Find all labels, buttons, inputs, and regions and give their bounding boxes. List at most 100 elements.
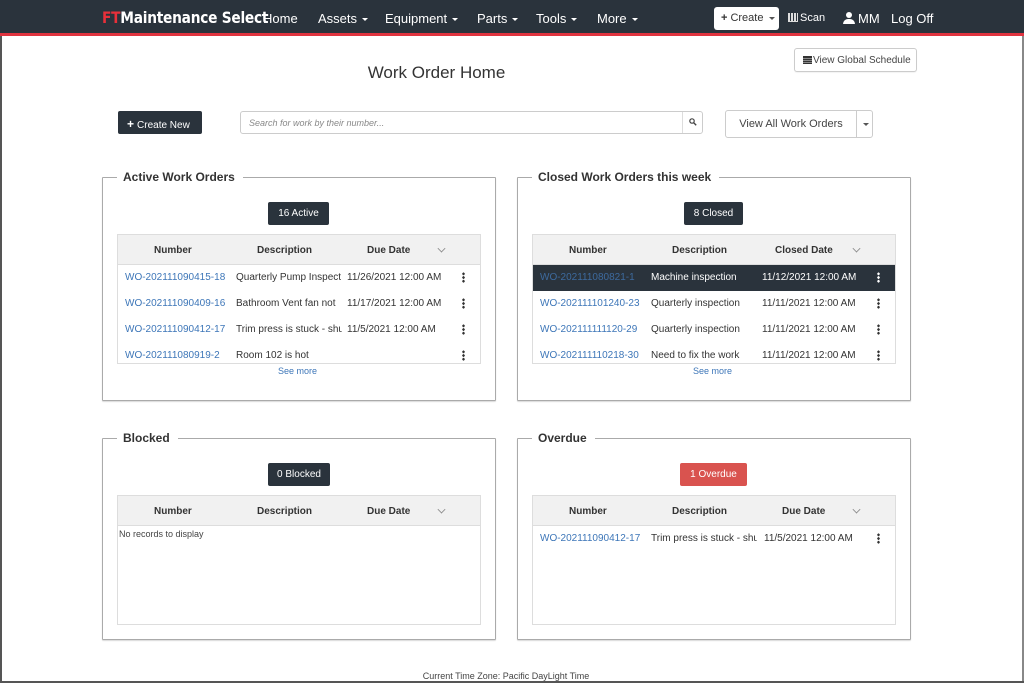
work-order-number-link[interactable]: WO-202111090412-17 bbox=[540, 533, 640, 544]
nav-home-label: Home bbox=[263, 11, 298, 26]
column-header-description[interactable]: Description bbox=[257, 506, 312, 517]
table-row[interactable]: WO-202111111120-29 Quarterly inspection … bbox=[533, 317, 895, 343]
create-new-button[interactable]: + Create New bbox=[118, 111, 202, 134]
nav-home[interactable]: Home bbox=[263, 11, 298, 26]
work-order-number-link[interactable]: WO-202111080821-1 bbox=[540, 272, 635, 283]
search-input[interactable] bbox=[241, 112, 681, 133]
view-all-work-orders-button[interactable]: View All Work Orders bbox=[726, 111, 856, 137]
work-order-description: Room 102 is hot bbox=[236, 350, 309, 361]
column-header-description[interactable]: Description bbox=[672, 245, 727, 256]
work-order-due-date: 11/26/2021 12:00 AM bbox=[347, 272, 442, 283]
logoff-link[interactable]: Log Off bbox=[891, 11, 933, 26]
column-header-closed-date[interactable]: Closed Date bbox=[775, 245, 833, 256]
table-row[interactable]: WO-202111090412-17 Trim press is stuck -… bbox=[533, 526, 895, 554]
table-header: Number Description Closed Date bbox=[533, 235, 895, 265]
chevron-down-icon[interactable] bbox=[437, 505, 446, 514]
column-header-description[interactable]: Description bbox=[257, 245, 312, 256]
work-order-number-link[interactable]: WO-202111110218-30 bbox=[540, 350, 639, 361]
more-vertical-icon[interactable] bbox=[877, 350, 880, 361]
work-order-due-date: 11/5/2021 12:00 AM bbox=[347, 324, 436, 335]
table-header: Number Description Due Date bbox=[118, 496, 480, 526]
blocked-count-badge[interactable]: 0 Blocked bbox=[268, 463, 330, 486]
nav-assets[interactable]: Assets bbox=[318, 11, 369, 26]
table-row[interactable]: WO-202111090412-17 Trim press is stuck -… bbox=[118, 317, 480, 343]
nav-tools[interactable]: Tools bbox=[536, 11, 578, 26]
create-dropdown-button[interactable]: + Create bbox=[714, 7, 779, 30]
barcode-icon bbox=[788, 13, 798, 22]
closed-work-orders-panel: Closed Work Orders this week 8 Closed Nu… bbox=[517, 170, 911, 401]
more-vertical-icon[interactable] bbox=[462, 298, 465, 309]
panel-title: Active Work Orders bbox=[117, 170, 243, 184]
active-count-badge[interactable]: 16 Active bbox=[268, 202, 329, 225]
table-row[interactable]: WO-202111090409-16 Bathroom Vent fan not… bbox=[118, 291, 480, 317]
see-more-link[interactable]: See more bbox=[278, 366, 317, 376]
work-order-number-link[interactable]: WO-202111090415-18 bbox=[125, 272, 225, 283]
overdue-count-badge[interactable]: 1 Overdue bbox=[680, 463, 747, 486]
column-header-due-date[interactable]: Due Date bbox=[782, 506, 825, 517]
user-icon bbox=[843, 12, 855, 24]
caret-down-icon bbox=[863, 123, 869, 126]
work-order-closed-date: 11/11/2021 12:00 AM bbox=[762, 324, 856, 335]
caret-down-icon bbox=[362, 18, 369, 22]
work-order-number-link[interactable]: WO-202111111120-29 bbox=[540, 324, 637, 335]
work-order-due-date: 11/17/2021 12:00 AM bbox=[347, 298, 442, 309]
nav-more-label: More bbox=[597, 11, 627, 26]
caret-down-icon bbox=[452, 18, 459, 22]
more-vertical-icon[interactable] bbox=[462, 350, 465, 361]
table-row[interactable]: WO-202111101240-23 Quarterly inspection … bbox=[533, 291, 895, 317]
table-row[interactable]: WO-202111090415-18 Quarterly Pump Inspec… bbox=[118, 265, 480, 291]
work-order-number-link[interactable]: WO-202111101240-23 bbox=[540, 298, 640, 309]
work-order-description: Bathroom Vent fan not bbox=[236, 298, 336, 309]
chevron-down-icon[interactable] bbox=[437, 244, 446, 253]
nav-parts-label: Parts bbox=[477, 11, 508, 26]
empty-state-text: No records to display bbox=[119, 529, 204, 539]
table-header: Number Description Due Date bbox=[118, 235, 480, 265]
column-header-description[interactable]: Description bbox=[672, 506, 727, 517]
more-vertical-icon[interactable] bbox=[462, 324, 465, 335]
view-all-dropdown-toggle[interactable] bbox=[856, 111, 873, 137]
active-work-orders-panel: Active Work Orders 16 Active Number Desc… bbox=[102, 170, 496, 401]
caret-down-icon bbox=[631, 18, 638, 22]
work-order-number-link[interactable]: WO-202111080919-2 bbox=[125, 350, 220, 361]
nav-equipment[interactable]: Equipment bbox=[385, 11, 459, 26]
chevron-down-icon[interactable] bbox=[852, 244, 861, 253]
column-header-number[interactable]: Number bbox=[154, 245, 192, 256]
chevron-down-icon[interactable] bbox=[852, 505, 861, 514]
see-more-link[interactable]: See more bbox=[693, 366, 732, 376]
blocked-table: Number Description Due Date No records t… bbox=[117, 495, 481, 625]
blocked-panel: Blocked 0 Blocked Number Description Due… bbox=[102, 431, 496, 640]
more-vertical-icon[interactable] bbox=[877, 272, 880, 283]
nav-more[interactable]: More bbox=[597, 11, 638, 26]
column-header-number[interactable]: Number bbox=[154, 506, 192, 517]
caret-down-icon bbox=[769, 16, 776, 20]
active-work-orders-table: Number Description Due Date WO-202111090… bbox=[117, 234, 481, 364]
view-all-work-orders-split-button: View All Work Orders bbox=[725, 110, 873, 138]
caret-down-icon bbox=[571, 18, 578, 22]
scan-button[interactable]: Scan bbox=[788, 12, 825, 24]
work-order-closed-date: 11/11/2021 12:00 AM bbox=[762, 298, 856, 309]
caret-down-icon bbox=[512, 18, 519, 22]
more-vertical-icon[interactable] bbox=[877, 324, 880, 335]
more-vertical-icon[interactable] bbox=[877, 533, 880, 544]
brand-logo[interactable]: FTMaintenance Select bbox=[102, 8, 268, 27]
nav-assets-label: Assets bbox=[318, 11, 358, 26]
table-row-selected[interactable]: WO-202111080821-1 Machine inspection 11/… bbox=[533, 265, 895, 291]
page-title: Work Order Home bbox=[367, 63, 506, 82]
view-global-schedule-button[interactable]: View Global Schedule bbox=[794, 48, 917, 72]
search-icon bbox=[689, 118, 697, 126]
column-header-number[interactable]: Number bbox=[569, 245, 607, 256]
work-order-description: Trim press is stuck - shu bbox=[236, 324, 342, 335]
more-vertical-icon[interactable] bbox=[462, 272, 465, 283]
more-vertical-icon[interactable] bbox=[877, 298, 880, 309]
nav-parts[interactable]: Parts bbox=[477, 11, 519, 26]
user-menu[interactable]: MM bbox=[843, 11, 880, 26]
column-header-due-date[interactable]: Due Date bbox=[367, 506, 410, 517]
plus-icon: + bbox=[721, 12, 728, 24]
panel-title: Overdue bbox=[532, 431, 595, 445]
work-order-number-link[interactable]: WO-202111090412-17 bbox=[125, 324, 225, 335]
column-header-number[interactable]: Number bbox=[569, 506, 607, 517]
work-order-number-link[interactable]: WO-202111090409-16 bbox=[125, 298, 225, 309]
search-button[interactable] bbox=[682, 112, 702, 133]
column-header-due-date[interactable]: Due Date bbox=[367, 245, 410, 256]
closed-count-badge[interactable]: 8 Closed bbox=[684, 202, 743, 225]
